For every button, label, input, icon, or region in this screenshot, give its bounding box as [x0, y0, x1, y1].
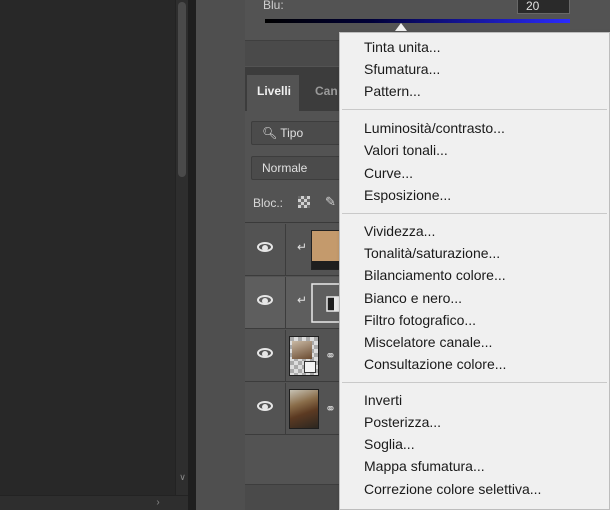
menu-item-photo-filter[interactable]: Filtro fotografico...	[364, 312, 476, 328]
smart-object-icon	[304, 361, 316, 373]
visibility-eye-icon[interactable]	[257, 242, 273, 252]
menu-item-solid-color[interactable]: Tinta unita...	[364, 39, 441, 55]
visibility-eye-icon[interactable]	[257, 295, 273, 305]
menu-separator	[342, 382, 607, 383]
vertical-scrollbar[interactable]: ∨	[175, 0, 188, 495]
scrollbar-thumb[interactable]	[178, 2, 186, 177]
document-canvas[interactable]	[0, 0, 175, 495]
menu-item-pattern[interactable]: Pattern...	[364, 83, 421, 99]
menu-item-levels[interactable]: Valori tonali...	[364, 142, 448, 158]
panel-dock-strip	[196, 0, 245, 510]
menu-item-black-white[interactable]: Bianco e nero...	[364, 290, 462, 306]
menu-item-threshold[interactable]: Soglia...	[364, 436, 415, 452]
eye-column-divider	[285, 330, 286, 382]
search-icon: 🔍︎	[262, 126, 278, 140]
menu-item-gradient-map[interactable]: Mappa sfumatura...	[364, 458, 485, 474]
eye-column-divider	[285, 224, 286, 276]
photo-fragment	[292, 341, 312, 359]
layer-thumbnail-photo[interactable]	[289, 336, 319, 376]
eye-column-divider	[285, 383, 286, 435]
visibility-eye-icon[interactable]	[257, 348, 273, 358]
menu-item-channel-mixer[interactable]: Miscelatore canale...	[364, 334, 492, 350]
menu-item-exposure[interactable]: Esposizione...	[364, 187, 451, 203]
menu-item-color-balance[interactable]: Bilanciamento colore...	[364, 267, 506, 283]
menu-item-invert[interactable]: Inverti	[364, 392, 402, 408]
blue-slider-handle[interactable]	[395, 23, 407, 31]
link-chain-icon[interactable]: ⚭	[325, 348, 336, 364]
panel-divider	[188, 0, 196, 510]
scroll-right-icon[interactable]: ›	[151, 496, 165, 510]
tab-channels[interactable]: Can	[301, 75, 341, 111]
menu-item-color-lookup[interactable]: Consultazione colore...	[364, 356, 506, 372]
adjustment-layer-menu: Tinta unita... Sfumatura... Pattern... L…	[339, 32, 610, 510]
menu-item-gradient[interactable]: Sfumatura...	[364, 61, 440, 77]
lock-transparency-icon[interactable]	[298, 196, 310, 208]
menu-separator	[342, 213, 607, 214]
layer-thumbnail-photo[interactable]	[289, 389, 319, 429]
menu-item-selective-color[interactable]: Correzione colore selettiva...	[364, 481, 541, 497]
scroll-down-icon[interactable]: ∨	[177, 471, 188, 483]
lock-pixels-icon[interactable]: ✎	[325, 194, 336, 210]
clipping-arrow-icon: ↵	[297, 240, 308, 254]
menu-item-brightness-contrast[interactable]: Luminosità/contrasto...	[364, 120, 505, 136]
visibility-eye-icon[interactable]	[257, 401, 273, 411]
menu-item-posterize[interactable]: Posterizza...	[364, 414, 441, 430]
tab-layers[interactable]: Livelli	[247, 75, 299, 111]
filter-label: Tipo	[280, 126, 304, 140]
menu-item-hue-saturation[interactable]: Tonalità/saturazione...	[364, 245, 500, 261]
link-chain-icon[interactable]: ⚭	[325, 401, 336, 417]
lock-label: Bloc.:	[253, 196, 284, 210]
blue-channel-label: Blu:	[263, 0, 284, 12]
eye-column-divider	[285, 277, 286, 329]
menu-item-curves[interactable]: Curve...	[364, 165, 413, 181]
blue-value-field[interactable]: 20	[517, 0, 570, 14]
menu-separator	[342, 109, 607, 110]
menu-item-vibrance[interactable]: Vividezza...	[364, 223, 435, 239]
horizontal-scrollbar[interactable]: ›	[0, 495, 188, 510]
clipping-arrow-icon: ↵	[297, 293, 308, 307]
blue-slider-track[interactable]	[265, 19, 570, 23]
